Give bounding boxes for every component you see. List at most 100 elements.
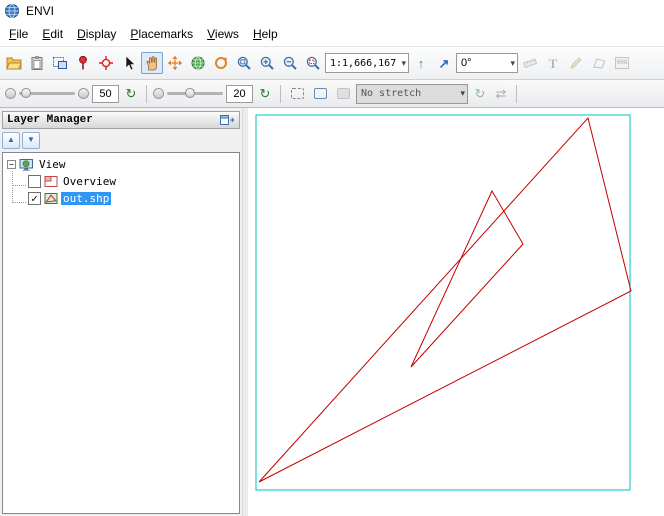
- overview-checkbox[interactable]: [28, 175, 41, 188]
- collapse-node-icon[interactable]: −: [7, 160, 16, 169]
- hand-icon: [144, 55, 160, 71]
- chip-view-button[interactable]: [49, 52, 71, 74]
- text-tool-icon: T: [549, 57, 558, 70]
- brightness-reset-button[interactable]: ↻: [122, 85, 140, 103]
- layer-manager-title: Layer Manager: [7, 114, 93, 126]
- collapse-all-button[interactable]: ▲: [2, 132, 20, 149]
- goto-location-button[interactable]: ↗: [433, 52, 455, 74]
- tree-row-overview[interactable]: Overview: [5, 173, 237, 190]
- data-manager-button[interactable]: [26, 52, 48, 74]
- sharpen-slider-thumb[interactable]: [185, 88, 195, 98]
- sharpen-slider[interactable]: [167, 92, 223, 95]
- brightness-min-button[interactable]: [5, 88, 16, 99]
- tree-root-row[interactable]: − View: [5, 156, 237, 173]
- text-annotation-button[interactable]: T: [542, 52, 564, 74]
- stretch-reset-button[interactable]: ↻: [471, 85, 489, 103]
- vector-edit-button[interactable]: [565, 52, 587, 74]
- brightness-value-field[interactable]: 50: [92, 85, 119, 103]
- swap-arrows-icon: ⇄: [496, 87, 507, 100]
- pixel-values-icon: 008: [615, 57, 630, 69]
- stretch-swap-button[interactable]: ⇄: [492, 85, 510, 103]
- menu-file[interactable]: File: [2, 24, 35, 44]
- dock-pin-icon[interactable]: [219, 113, 235, 127]
- placemark-button[interactable]: [72, 52, 94, 74]
- polygon-roi-icon: [591, 55, 607, 71]
- tree-connector: [12, 171, 26, 186]
- vector-layer-icon: [44, 192, 58, 205]
- stretch-full-extent-button[interactable]: [310, 84, 330, 104]
- orbit-tool-button[interactable]: [210, 52, 232, 74]
- raster-values-button[interactable]: 008: [611, 52, 633, 74]
- menu-edit[interactable]: Edit: [35, 24, 70, 44]
- refresh-icon: ↻: [475, 87, 486, 100]
- magnifier-box-icon: [305, 55, 321, 71]
- zoom-in-button[interactable]: [256, 52, 278, 74]
- brightness-slider[interactable]: [19, 92, 75, 95]
- globe-view-button[interactable]: [187, 52, 209, 74]
- adjustment-toolbar: 50 ↻ 20 ↻ No stretch ▾ ↻ ⇄: [0, 80, 664, 108]
- sharpen-reset-button[interactable]: ↻: [256, 85, 274, 103]
- globe-icon: [190, 55, 206, 71]
- pan-tool-button[interactable]: [141, 52, 163, 74]
- zoom-full-extent-button[interactable]: [233, 52, 255, 74]
- clipboard-icon: [29, 55, 45, 71]
- pan-arrows-icon: [167, 55, 183, 71]
- zoom-rectangle-button[interactable]: [302, 52, 324, 74]
- refresh-icon: ↻: [260, 87, 271, 100]
- fly-tool-button[interactable]: [164, 52, 186, 74]
- expand-arrow-icon: ▼: [27, 136, 35, 144]
- view-monitor-icon: [19, 158, 34, 172]
- goto-arrow-icon: ↗: [439, 57, 450, 70]
- chip-region-icon: [52, 55, 68, 71]
- crosshair-target-icon: [98, 55, 114, 71]
- solid-extent-icon: [314, 88, 327, 99]
- brightness-max-button[interactable]: [78, 88, 89, 99]
- outshp-checkbox[interactable]: ✓: [28, 192, 41, 205]
- layer-manager-panel: Layer Manager ▲ ▼ −: [0, 108, 242, 516]
- stretch-custom-button[interactable]: [333, 84, 353, 104]
- stretch-view-extent-button[interactable]: [287, 84, 307, 104]
- sharpen-value-field[interactable]: 20: [226, 85, 253, 103]
- roi-tool-button[interactable]: [588, 52, 610, 74]
- magnifier-extent-icon: [236, 55, 252, 71]
- tree-row-outshp[interactable]: ✓ out.shp: [5, 190, 237, 207]
- layer-manager-header: Layer Manager: [2, 111, 240, 129]
- menu-views[interactable]: Views: [200, 24, 246, 44]
- app-logo-icon: [4, 3, 20, 19]
- menu-help[interactable]: Help: [246, 24, 285, 44]
- collapse-arrow-icon: ▲: [7, 136, 15, 144]
- image-view[interactable]: [248, 108, 664, 516]
- zoom-out-button[interactable]: [279, 52, 301, 74]
- cursor-arrow-icon: [121, 55, 137, 71]
- toolbar-separator: [146, 85, 147, 103]
- stretch-type-value: No stretch: [361, 88, 457, 99]
- main-content: Layer Manager ▲ ▼ −: [0, 108, 664, 516]
- zoom-level-combobox[interactable]: 1:1,666,167 ▾: [325, 53, 409, 73]
- vector-canvas[interactable]: [248, 108, 664, 516]
- measure-tool-button[interactable]: [519, 52, 541, 74]
- tree-root-label: View: [37, 158, 68, 171]
- menu-display[interactable]: Display: [70, 24, 123, 44]
- sharpen-min-button[interactable]: [153, 88, 164, 99]
- brightness-slider-thumb[interactable]: [21, 88, 31, 98]
- center-view-button[interactable]: [95, 52, 117, 74]
- shapefile-polygon-1: [411, 191, 523, 367]
- previous-view-button[interactable]: ↑: [410, 52, 432, 74]
- shapefile-polygon-0: [259, 118, 631, 482]
- view-extent-rect: [256, 115, 630, 490]
- select-tool-button[interactable]: [118, 52, 140, 74]
- expand-all-button[interactable]: ▼: [22, 132, 40, 149]
- orbit-icon: [213, 55, 229, 71]
- check-icon: ✓: [31, 193, 38, 204]
- rotation-value: 0°: [461, 57, 507, 69]
- zoom-level-value: 1:1,666,167: [330, 58, 398, 69]
- rotation-combobox[interactable]: 0° ▾: [456, 53, 518, 73]
- menu-placemarks[interactable]: Placemarks: [123, 24, 200, 44]
- title-bar: ENVI: [0, 0, 664, 22]
- layer-tree: − View: [2, 152, 240, 514]
- dashed-extent-icon: [291, 88, 304, 99]
- magnifier-plus-icon: [259, 55, 275, 71]
- open-file-button[interactable]: [3, 52, 25, 74]
- stretch-type-combobox[interactable]: No stretch ▾: [356, 84, 468, 104]
- pin-icon: [75, 55, 91, 71]
